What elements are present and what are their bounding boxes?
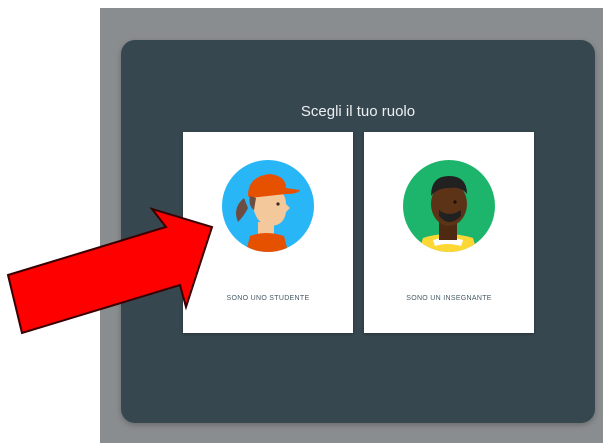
teacher-role-card[interactable]: SONO UN INSEGNANTE (364, 132, 534, 333)
teacher-role-label: SONO UN INSEGNANTE (406, 295, 492, 302)
student-avatar-icon (222, 160, 314, 252)
teacher-avatar-icon (403, 160, 495, 252)
dialog-title: Scegli il tuo ruolo (300, 103, 416, 120)
red-arrow-icon (6, 207, 214, 335)
